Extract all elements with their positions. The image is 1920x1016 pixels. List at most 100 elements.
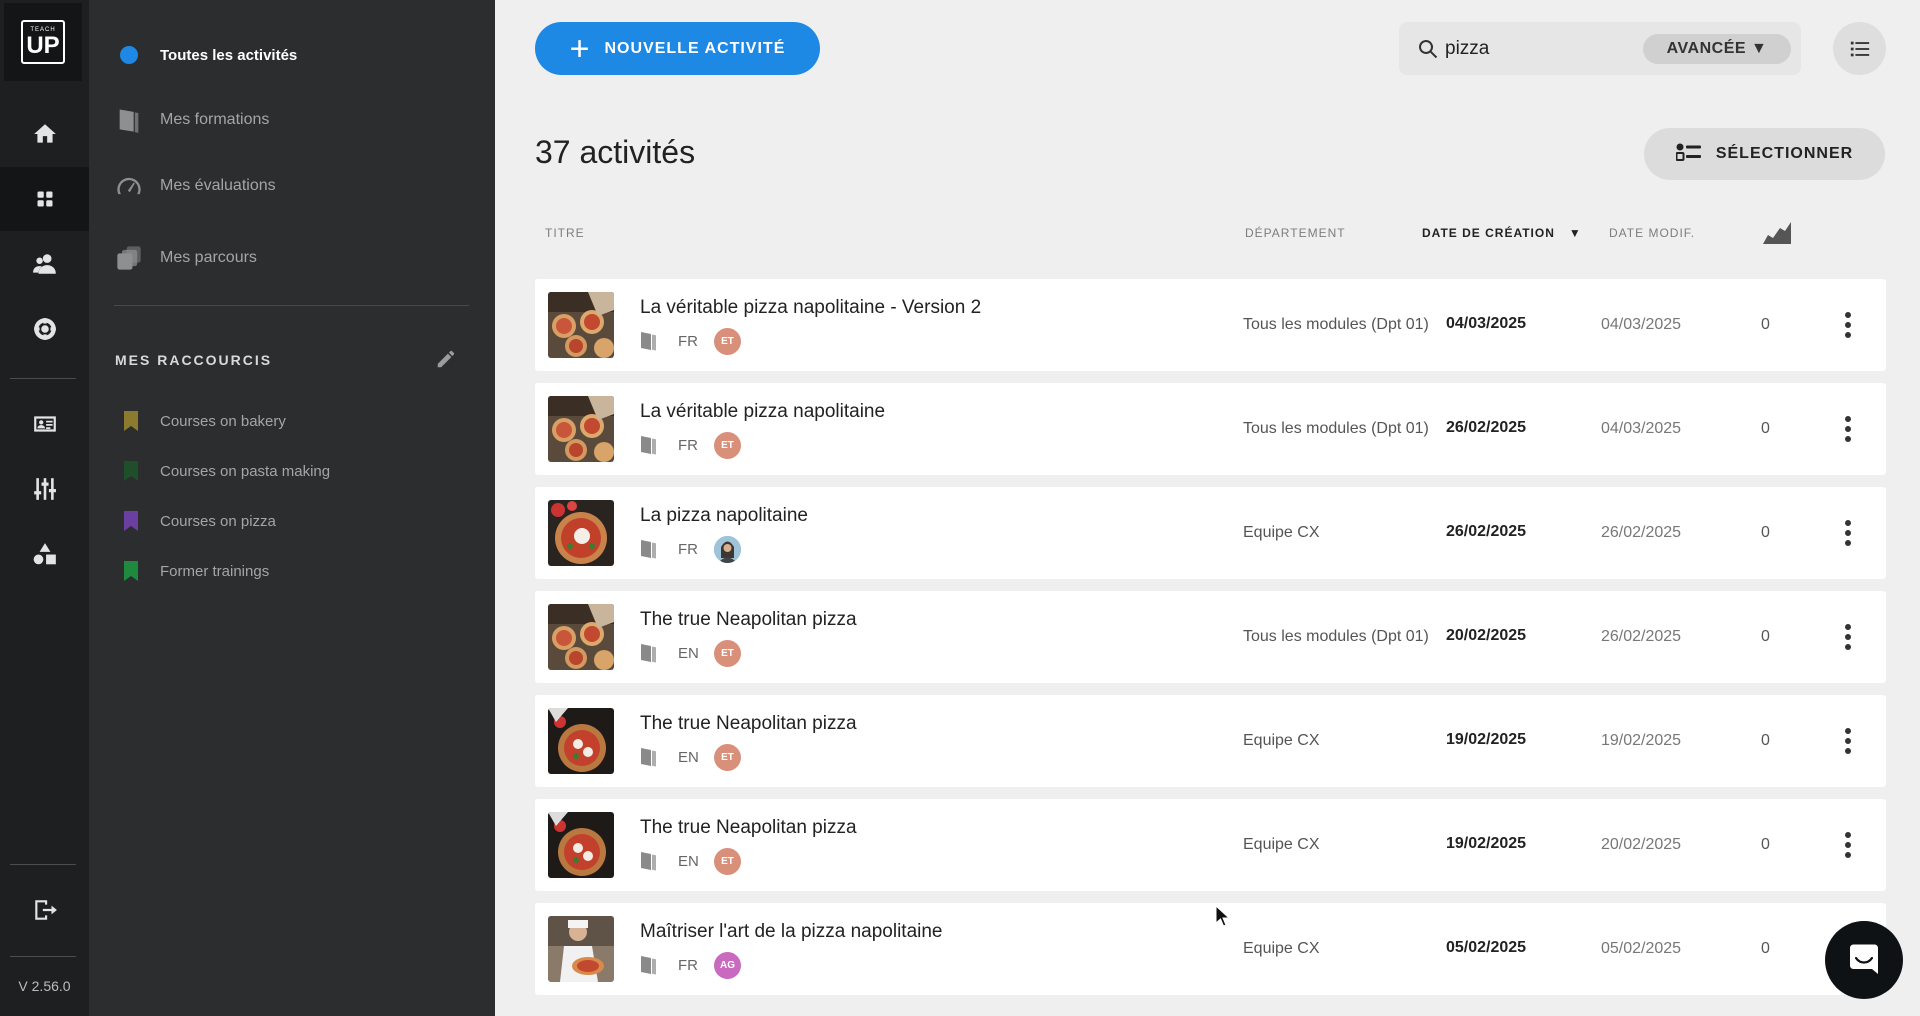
home-button[interactable]	[0, 102, 89, 166]
column-created[interactable]: DATE DE CRÉATION ▼	[1422, 226, 1582, 240]
activity-thumbnail	[548, 708, 614, 774]
nav-my-evaluations[interactable]: Mes évaluations	[89, 158, 495, 214]
nav-my-paths-label: Mes parcours	[160, 249, 257, 266]
activity-title: La pizza napolitaine	[640, 505, 808, 526]
dashboard-icon	[37, 191, 52, 207]
activity-modified-date: 05/02/2025	[1601, 940, 1682, 957]
activity-department: Equipe CX	[1243, 524, 1320, 541]
shortcut-item[interactable]: Courses on bakery	[89, 401, 495, 441]
shortcut-label: Courses on pizza	[160, 512, 276, 530]
avatar-initials: AG	[720, 959, 735, 971]
table-row[interactable]: La pizza napolitaine FR Equipe CX 26/02/202…	[535, 487, 1886, 579]
language-code: EN	[678, 748, 699, 766]
language-code: FR	[678, 956, 698, 974]
activity-modified-date: 26/02/2025	[1601, 628, 1682, 645]
table-row[interactable]: The true Neapolitan pizza EN ET Tous les mo…	[535, 591, 1886, 683]
avatar: ET	[714, 639, 741, 667]
shortcut-item[interactable]: Former trainings	[89, 551, 495, 591]
row-more-options-icon[interactable]	[1838, 413, 1858, 445]
row-more-options-icon[interactable]	[1838, 829, 1858, 861]
icon-rail: TEACH UP V 2.56.0	[0, 0, 89, 1016]
edit-shortcuts-button[interactable]	[435, 348, 459, 372]
new-activity-button[interactable]: + NOUVELLE ACTIVITÉ	[535, 22, 820, 75]
shapes-button[interactable]	[0, 522, 89, 586]
shortcut-item[interactable]: Courses on pasta making	[89, 451, 495, 491]
advanced-search-button[interactable]: AVANCÉE ▼	[1643, 34, 1791, 64]
activity-stat-count: 0	[1761, 940, 1770, 957]
activity-stat-count: 0	[1761, 732, 1770, 749]
row-more-options-icon[interactable]	[1838, 309, 1858, 341]
row-more-options-icon[interactable]	[1838, 725, 1858, 757]
mouse-cursor-icon	[1215, 905, 1231, 927]
nav-my-trainings[interactable]: Mes formations	[89, 92, 495, 148]
activity-department: Tous les modules (Dpt 01)	[1243, 420, 1429, 437]
settings-button[interactable]	[0, 457, 89, 521]
language-code: EN	[678, 644, 699, 662]
bookmark-icon	[124, 461, 138, 481]
nav-my-trainings-label: Mes formations	[160, 111, 270, 128]
chat-icon	[1850, 944, 1878, 974]
home-icon	[33, 124, 56, 143]
activity-modified-date: 19/02/2025	[1601, 732, 1682, 749]
activity-department: Tous les modules (Dpt 01)	[1243, 628, 1429, 645]
checklist-icon	[1675, 143, 1701, 161]
shapes-icon	[33, 543, 56, 565]
activity-modified-date: 26/02/2025	[1601, 524, 1682, 541]
row-more-options-icon[interactable]	[1838, 621, 1858, 653]
bookmark-icon	[124, 411, 138, 431]
language-code: FR	[678, 540, 698, 558]
activity-title: La véritable pizza napolitaine	[640, 401, 886, 422]
search-input[interactable]	[1445, 34, 1635, 64]
avatar: ET	[714, 743, 741, 771]
dashboard-button[interactable]	[0, 167, 89, 231]
shortcut-item[interactable]: Courses on pizza	[89, 501, 495, 541]
list-view-button[interactable]	[1833, 22, 1886, 75]
activity-department: Tous les modules (Dpt 01)	[1243, 316, 1429, 333]
stats-column-button[interactable]	[1763, 220, 1791, 244]
nav-my-paths[interactable]: Mes parcours	[89, 230, 495, 286]
teachup-logo[interactable]: TEACH UP	[4, 3, 82, 81]
activity-thumbnail	[548, 500, 614, 566]
activity-department: Equipe CX	[1243, 836, 1320, 853]
activity-meta: EN ET	[640, 743, 741, 771]
users-button[interactable]	[0, 232, 89, 296]
app-version: V 2.56.0	[18, 978, 71, 994]
avatar: AG	[714, 951, 741, 979]
activity-meta: FR AG	[640, 951, 741, 979]
select-button[interactable]: SÉLECTIONNER	[1644, 128, 1885, 180]
avatar-initials: ET	[721, 751, 734, 763]
table-row[interactable]: Maîtriser l'art de la pizza napolitaine F…	[535, 903, 1886, 995]
main-content: + NOUVELLE ACTIVITÉ AVANCÉE ▼ 37 activit…	[495, 0, 1920, 1016]
book-icon	[114, 105, 144, 135]
table-row[interactable]: La véritable pizza napolitaine FR ET Tous l…	[535, 383, 1886, 475]
table-row[interactable]: The true Neapolitan pizza EN ET Equipe CX 19…	[535, 695, 1886, 787]
shortcut-label: Courses on bakery	[160, 412, 286, 430]
activity-modified-date: 04/03/2025	[1601, 316, 1682, 333]
active-dot-icon	[114, 40, 144, 70]
id-card-button[interactable]	[0, 392, 89, 456]
column-created-label: DATE DE CRÉATION	[1422, 226, 1555, 240]
shortcuts-title: MES RACCOURCIS	[115, 352, 273, 368]
search-icon	[1416, 37, 1440, 61]
column-modified[interactable]: DATE MODIF.	[1609, 226, 1695, 240]
activity-modified-date: 20/02/2025	[1601, 836, 1682, 853]
activity-created-date: 04/03/2025	[1446, 315, 1527, 332]
table-row[interactable]: The true Neapolitan pizza EN ET Equipe CX 19…	[535, 799, 1886, 891]
table-row[interactable]: La véritable pizza napolitaine - Version…	[535, 279, 1886, 371]
nav-all-activities[interactable]: Toutes les activités	[89, 27, 495, 83]
book-icon	[640, 435, 658, 455]
avatar: ET	[714, 847, 741, 875]
activities-sidebar: Toutes les activités Mes formations Mes …	[89, 0, 495, 1016]
search-box: AVANCÉE ▼	[1399, 22, 1801, 75]
logout-icon	[34, 900, 57, 920]
logout-button[interactable]	[0, 878, 89, 942]
row-more-options-icon[interactable]	[1838, 517, 1858, 549]
column-title[interactable]: TITRE	[545, 226, 585, 240]
chat-button[interactable]	[1825, 921, 1903, 999]
support-button[interactable]	[0, 297, 89, 361]
nav-my-evaluations-label: Mes évaluations	[160, 177, 276, 194]
new-activity-label: NOUVELLE ACTIVITÉ	[604, 39, 786, 57]
stacked-pages-icon	[114, 243, 144, 273]
activity-stat-count: 0	[1761, 524, 1770, 541]
column-department[interactable]: DÉPARTEMENT	[1245, 226, 1346, 240]
